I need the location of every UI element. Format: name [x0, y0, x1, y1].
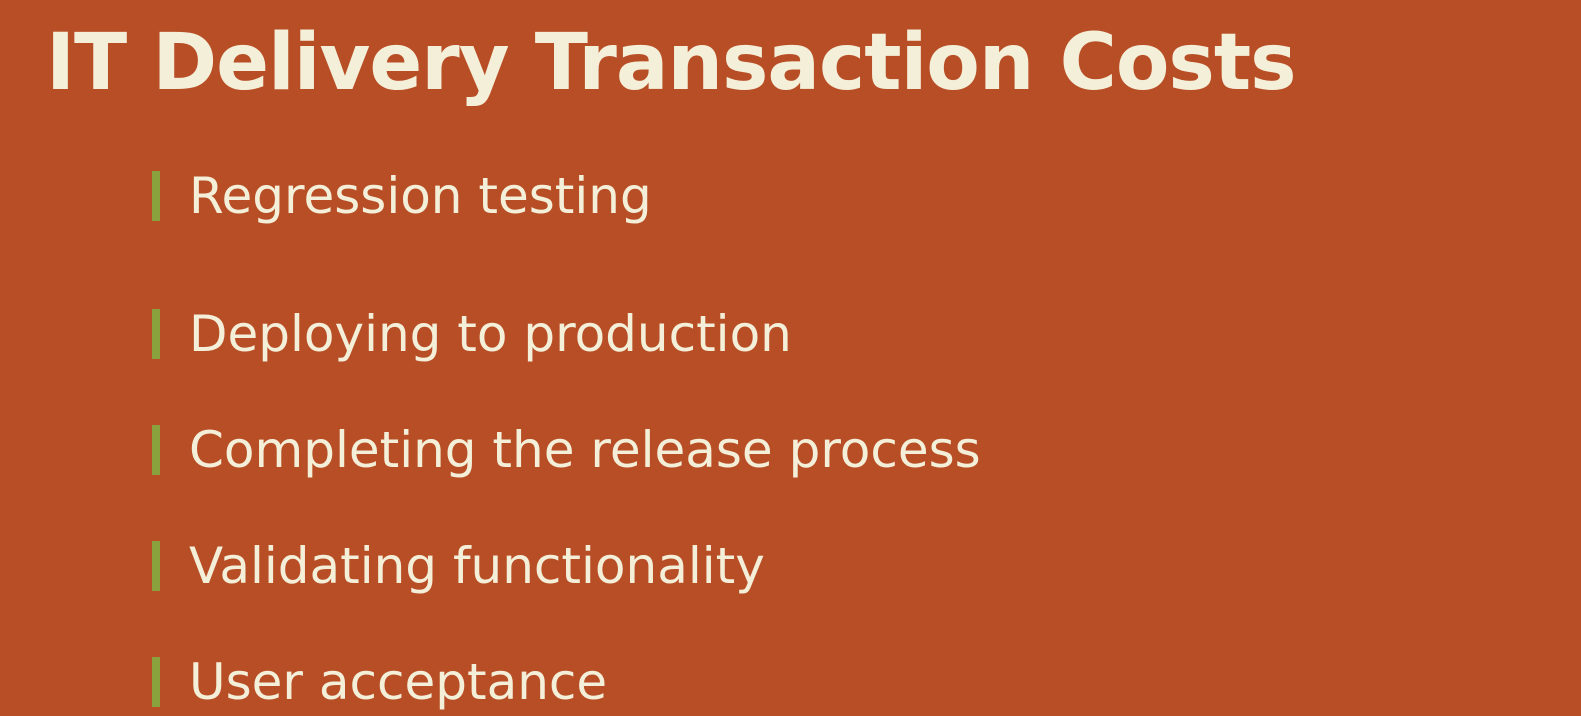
- bullet-text: Deploying to production: [189, 305, 792, 363]
- bullet-marker-icon: [152, 425, 160, 475]
- bullet-marker-icon: [152, 309, 160, 359]
- bullet-item-deploying-to-production: Deploying to production: [152, 276, 981, 392]
- bullet-marker-icon: [152, 657, 160, 707]
- bullet-text: Completing the release process: [189, 421, 981, 479]
- bullet-marker-icon: [152, 541, 160, 591]
- bullet-list: Regression testing Deploying to producti…: [152, 160, 981, 716]
- bullet-item-user-acceptance: User acceptance: [152, 624, 981, 716]
- bullet-text: Regression testing: [189, 167, 652, 225]
- presentation-slide: IT Delivery Transaction Costs Regression…: [0, 0, 1581, 716]
- bullet-item-validating-functionality: Validating functionality: [152, 508, 981, 624]
- bullet-text: Validating functionality: [189, 537, 765, 595]
- bullet-marker-icon: [152, 171, 160, 221]
- bullet-text: User acceptance: [189, 653, 608, 711]
- slide-title: IT Delivery Transaction Costs: [46, 18, 1297, 108]
- bullet-item-regression-testing: Regression testing: [152, 160, 981, 232]
- bullet-item-completing-release-process: Completing the release process: [152, 392, 981, 508]
